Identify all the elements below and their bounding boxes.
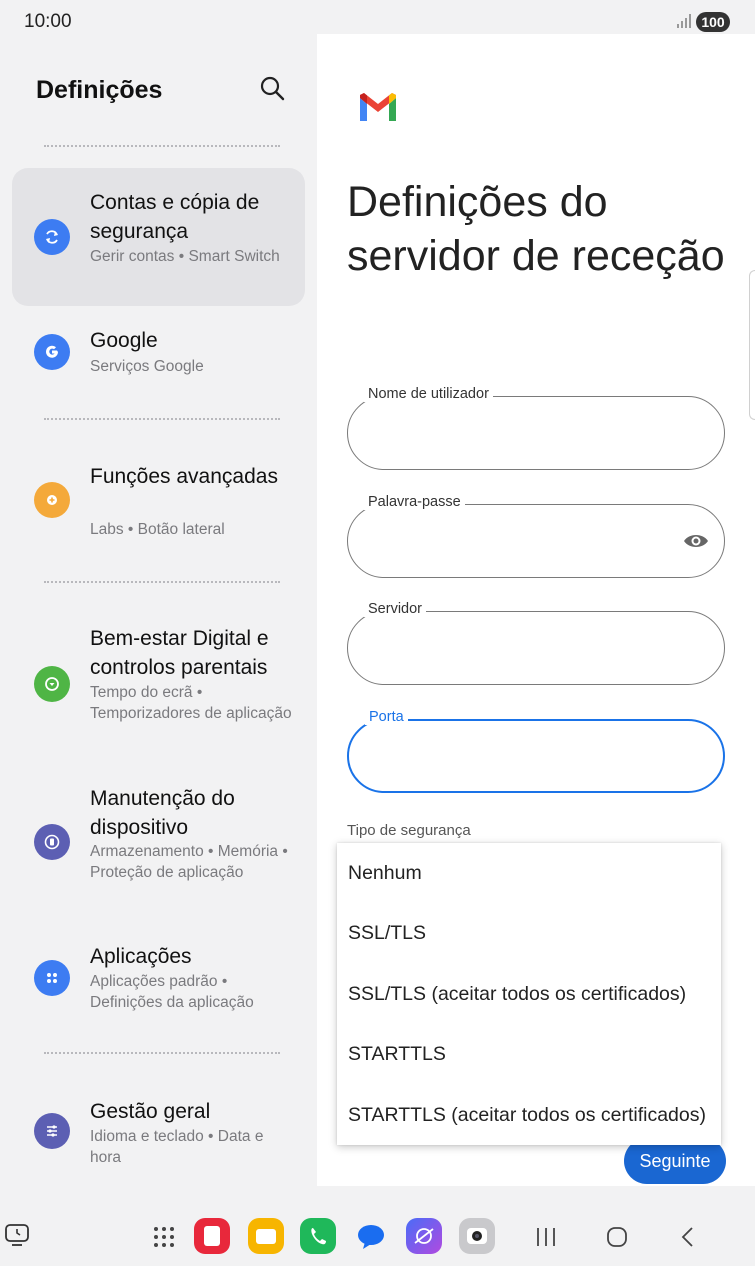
password-label: Palavra-passe	[364, 494, 465, 510]
device-care-icon	[34, 824, 70, 860]
sidebar-item-title: Google	[90, 329, 158, 352]
my-files-app-icon[interactable]	[248, 1218, 284, 1254]
sidebar-item-subtitle: Idioma e teclado • Data e hora	[90, 1128, 264, 1166]
apps-grid-icon	[34, 960, 70, 996]
sidebar-item-subtitle: Armazenamento • Memória • Proteção de ap…	[90, 843, 288, 881]
gmail-logo-icon	[360, 93, 396, 121]
divider	[44, 581, 280, 583]
settings-title: Definições	[36, 76, 163, 104]
back-icon[interactable]	[676, 1225, 700, 1249]
password-field[interactable]: Palavra-passe	[347, 494, 725, 578]
sidebar-item-title: Contas e cópia de segurança	[90, 191, 260, 243]
google-icon	[34, 334, 70, 370]
folder-glyph	[256, 1229, 276, 1244]
status-bar: 10:00 100	[0, 0, 755, 36]
sidebar-item-apps[interactable]: Aplicações Aplicações padrão • Definiçõe…	[12, 934, 305, 1034]
server-label: Servidor	[364, 601, 426, 617]
sidebar-item-title: Manutenção do dispositivo	[90, 787, 235, 839]
security-type-label: Tipo de segurança	[347, 822, 471, 839]
screen-recorder-icon[interactable]	[4, 1222, 30, 1248]
app-drawer-icon[interactable]	[153, 1226, 175, 1248]
sidebar-item-subtitle: Serviços Google	[90, 358, 204, 375]
security-option-starttls-accept-all[interactable]: STARTTLS (aceitar todos os certificados)	[337, 1085, 721, 1146]
sidebar-item-subtitle: Gerir contas • Smart Switch	[90, 248, 280, 265]
scroll-indicator	[749, 270, 755, 420]
eye-icon[interactable]	[682, 529, 710, 553]
notes-app-icon[interactable]	[194, 1218, 230, 1254]
settings-sidebar: Definições Contas e cópia de segurança G…	[0, 36, 317, 1186]
home-icon[interactable]	[605, 1225, 629, 1249]
phone-glyph	[311, 1228, 326, 1245]
recent-apps-icon[interactable]	[535, 1226, 557, 1248]
planet-glyph	[414, 1228, 434, 1244]
battery-badge: 100	[696, 12, 730, 32]
divider	[44, 418, 280, 420]
username-field[interactable]: Nome de utilizador	[347, 386, 725, 470]
port-label: Porta	[365, 709, 408, 725]
signal-icon	[677, 14, 691, 28]
security-option-ssl-tls[interactable]: SSL/TLS	[337, 904, 721, 965]
wellbeing-icon	[34, 666, 70, 702]
notes-glyph	[204, 1226, 220, 1246]
security-type-dropdown: Nenhum SSL/TLS SSL/TLS (aceitar todos os…	[337, 843, 721, 1145]
search-icon[interactable]	[258, 74, 286, 102]
security-option-starttls[interactable]: STARTTLS	[337, 1025, 721, 1086]
camera-lens-glyph	[467, 1228, 487, 1244]
sidebar-item-google[interactable]: Google Serviços Google	[12, 318, 305, 388]
security-option-ssl-tls-accept-all[interactable]: SSL/TLS (aceitar todos os certificados)	[337, 964, 721, 1025]
sidebar-item-general-management[interactable]: Gestão geral Idioma e teclado • Data e h…	[12, 1089, 305, 1179]
camera-app-icon[interactable]	[459, 1218, 495, 1254]
sidebar-item-digital-wellbeing[interactable]: Bem-estar Digital e controlos parentais …	[12, 616, 305, 756]
port-field[interactable]: Porta	[347, 709, 725, 793]
status-time: 10:00	[24, 11, 72, 32]
gear-plus-icon	[34, 482, 70, 518]
sidebar-item-title: Aplicações	[90, 945, 192, 968]
chat-bubble-glyph	[358, 1225, 384, 1249]
sidebar-item-subtitle: Aplicações padrão • Definições da aplica…	[90, 973, 254, 1011]
sidebar-item-advanced-features[interactable]: Funções avançadas Labs • Botão lateral	[12, 454, 305, 554]
sidebar-item-title: Bem-estar Digital e controlos parentais	[90, 627, 269, 679]
divider	[44, 145, 280, 147]
sidebar-item-title: Gestão geral	[90, 1100, 211, 1123]
phone-app-icon[interactable]	[300, 1218, 336, 1254]
internet-app-icon[interactable]	[406, 1218, 442, 1254]
sidebar-item-subtitle: Tempo do ecrã • Temporizadores de aplica…	[90, 684, 292, 722]
sliders-icon	[34, 1113, 70, 1149]
server-field[interactable]: Servidor	[347, 601, 725, 685]
security-option-none[interactable]: Nenhum	[337, 843, 721, 904]
username-label: Nome de utilizador	[364, 386, 493, 402]
divider	[44, 1052, 280, 1054]
sync-icon	[34, 219, 70, 255]
sidebar-item-accounts-backup[interactable]: Contas e cópia de segurança Gerir contas…	[12, 168, 305, 306]
sidebar-item-device-care[interactable]: Manutenção do dispositivo Armazenamento …	[12, 776, 305, 916]
taskbar	[0, 1186, 755, 1266]
page-title: Definições do servidor de receção	[347, 178, 725, 280]
sidebar-item-subtitle: Labs • Botão lateral	[90, 521, 225, 538]
messages-app-icon[interactable]	[353, 1218, 389, 1254]
sidebar-item-title: Funções avançadas	[90, 465, 278, 488]
